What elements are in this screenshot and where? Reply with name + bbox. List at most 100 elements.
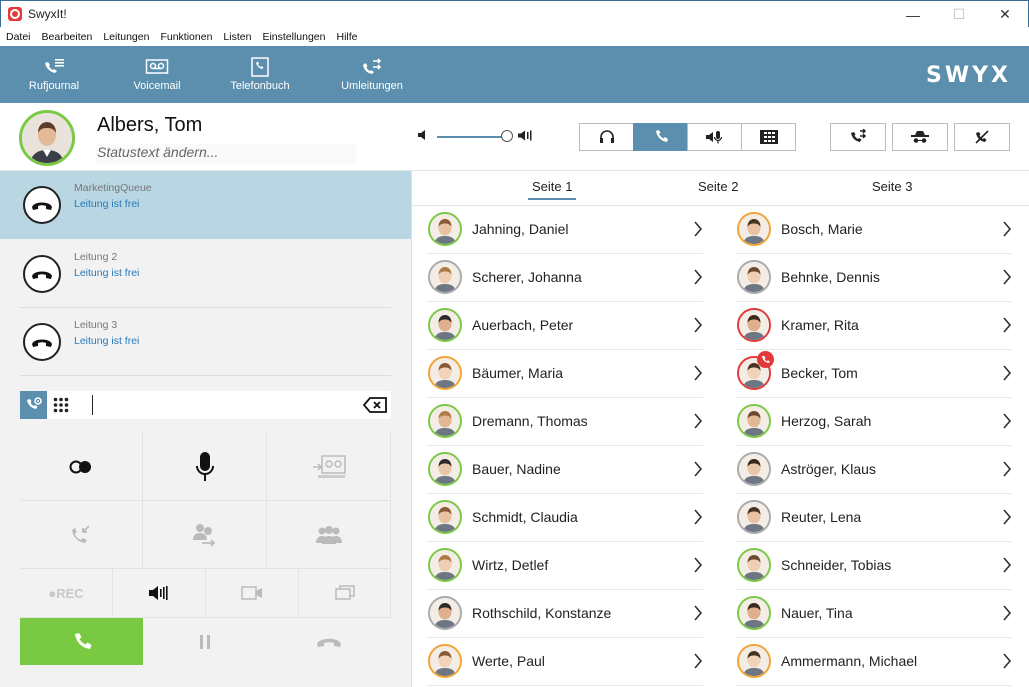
toolbar-telefonbuch[interactable]: Telefonbuch	[210, 46, 310, 103]
microphone-button[interactable]	[143, 433, 267, 501]
contact-entry[interactable]: Becker, Tom	[736, 350, 1012, 398]
backspace-icon[interactable]	[363, 397, 387, 413]
chevron-right-icon[interactable]	[1002, 220, 1012, 243]
mode-headset-button[interactable]	[579, 123, 634, 151]
line-3[interactable]: Leitung 3 Leitung ist frei	[0, 308, 411, 376]
contact-avatar	[428, 260, 462, 294]
speaker-volume-button[interactable]	[113, 569, 206, 618]
chevron-right-icon[interactable]	[1002, 460, 1012, 483]
menu-hilfe[interactable]: Hilfe	[336, 31, 357, 43]
maximize-button[interactable]: ☐	[936, 1, 982, 28]
chevron-right-icon[interactable]	[693, 652, 703, 675]
contact-entry[interactable]: Bosch, Marie	[736, 206, 1012, 254]
menu-bearbeiten[interactable]: Bearbeiten	[42, 31, 93, 43]
line-name: Leitung 2	[74, 251, 118, 263]
menu-leitungen[interactable]: Leitungen	[103, 31, 149, 43]
contact-entry[interactable]: Behnke, Dennis	[736, 254, 1012, 302]
contact-entry[interactable]: Bauer, Nadine	[427, 446, 703, 494]
contact-entry[interactable]: Ammermann, Michael	[736, 638, 1012, 686]
pause-icon	[200, 634, 210, 649]
contact-entry[interactable]: Aströger, Klaus	[736, 446, 1012, 494]
chevron-right-icon	[1003, 557, 1012, 573]
call-forward-button[interactable]	[830, 123, 886, 151]
chevron-right-icon[interactable]	[693, 220, 703, 243]
window-title: SwyxIt!	[28, 7, 67, 21]
line-1[interactable]: MarketingQueue Leitung ist frei	[0, 171, 411, 239]
status-text-input[interactable]: Statustext ändern...	[96, 144, 356, 164]
user-avatar[interactable]	[19, 110, 75, 166]
contact-entry[interactable]: Reuter, Lena	[736, 494, 1012, 542]
menu-listen[interactable]: Listen	[223, 31, 251, 43]
chevron-right-icon[interactable]	[1002, 508, 1012, 531]
conference-toggle-button[interactable]	[20, 433, 143, 501]
contact-portrait-icon	[739, 550, 769, 580]
toolbar-rufjournal[interactable]: Rufjournal	[4, 46, 104, 103]
contact-entry[interactable]: Bäumer, Maria	[427, 350, 703, 398]
main-toolbar: Rufjournal Voicemail Telefonbuch Umleitu…	[0, 46, 1029, 103]
contact-entry[interactable]: Kramer, Rita	[736, 302, 1012, 350]
call-back-icon	[72, 524, 90, 543]
mode-dialpad-button[interactable]	[741, 123, 796, 151]
menu-datei[interactable]: Datei	[6, 31, 31, 43]
do-not-disturb-button[interactable]	[954, 123, 1010, 151]
call-button[interactable]	[20, 618, 143, 665]
close-button[interactable]: ✕	[982, 1, 1028, 28]
toolbar-umleitungen[interactable]: Umleitungen	[322, 46, 422, 103]
menu-funktionen[interactable]: Funktionen	[160, 31, 212, 43]
contact-entry[interactable]: Auerbach, Peter	[427, 302, 703, 350]
contact-entry[interactable]: Schneider, Tobias	[736, 542, 1012, 590]
contact-entry[interactable]: Nauer, Tina	[736, 590, 1012, 638]
chevron-right-icon[interactable]	[1002, 268, 1012, 291]
contact-entry[interactable]: Dremann, Thomas	[427, 398, 703, 446]
chevron-right-icon[interactable]	[1002, 604, 1012, 627]
chevron-right-icon[interactable]	[693, 316, 703, 339]
incognito-button[interactable]	[892, 123, 948, 151]
minimize-button[interactable]: —	[890, 1, 936, 28]
contact-avatar	[737, 452, 771, 486]
menu-einstellungen[interactable]: Einstellungen	[262, 31, 325, 43]
contact-portrait-icon	[430, 310, 460, 340]
tab-seite-3[interactable]: Seite 3	[872, 179, 912, 194]
mode-handset-button[interactable]	[633, 123, 688, 151]
contact-entry[interactable]: Scherer, Johanna	[427, 254, 703, 302]
chevron-right-icon[interactable]	[1002, 364, 1012, 387]
chevron-right-icon[interactable]	[693, 268, 703, 291]
contact-portrait-icon	[430, 262, 460, 292]
chevron-right-icon	[1003, 605, 1012, 621]
chevron-right-icon[interactable]	[693, 412, 703, 435]
contact-entry[interactable]: Schmidt, Claudia	[427, 494, 703, 542]
chevron-right-icon	[694, 461, 703, 477]
tab-seite-2[interactable]: Seite 2	[698, 179, 738, 194]
hold-button	[143, 618, 267, 665]
line-2[interactable]: Leitung 2 Leitung ist frei	[0, 240, 411, 308]
chevron-right-icon[interactable]	[693, 604, 703, 627]
chevron-right-icon[interactable]	[1002, 652, 1012, 675]
tab-seite-1[interactable]: Seite 1	[527, 179, 578, 200]
chevron-right-icon	[694, 221, 703, 237]
volume-slider-thumb[interactable]	[500, 130, 513, 142]
chevron-right-icon[interactable]	[693, 460, 703, 483]
contact-avatar	[737, 596, 771, 630]
chevron-right-icon[interactable]	[1002, 316, 1012, 339]
chevron-right-icon[interactable]	[1002, 412, 1012, 435]
dial-input[interactable]	[92, 395, 93, 415]
chevron-right-icon[interactable]	[693, 508, 703, 531]
contact-name: Wirtz, Detlef	[472, 557, 549, 573]
contact-entry[interactable]: Rothschild, Konstanze	[427, 590, 703, 638]
toolbar-label: Voicemail	[133, 80, 181, 92]
volume-slider[interactable]	[437, 136, 511, 138]
chevron-right-icon[interactable]	[693, 556, 703, 579]
mode-speaker-button[interactable]	[687, 123, 742, 151]
dialpad-icon[interactable]	[53, 397, 69, 413]
dial-settings-button[interactable]	[20, 391, 47, 419]
contact-entry[interactable]: Jahning, Daniel	[427, 206, 703, 254]
chevron-right-icon[interactable]	[1002, 556, 1012, 579]
contact-entry[interactable]: Wirtz, Detlef	[427, 542, 703, 590]
incoming-call-badge	[757, 351, 774, 368]
contact-name: Scherer, Johanna	[472, 269, 582, 285]
chevron-right-icon[interactable]	[693, 364, 703, 387]
contact-portrait-icon	[430, 550, 460, 580]
toolbar-voicemail[interactable]: Voicemail	[107, 46, 207, 103]
contact-entry[interactable]: Werte, Paul	[427, 638, 703, 686]
contact-entry[interactable]: Herzog, Sarah	[736, 398, 1012, 446]
